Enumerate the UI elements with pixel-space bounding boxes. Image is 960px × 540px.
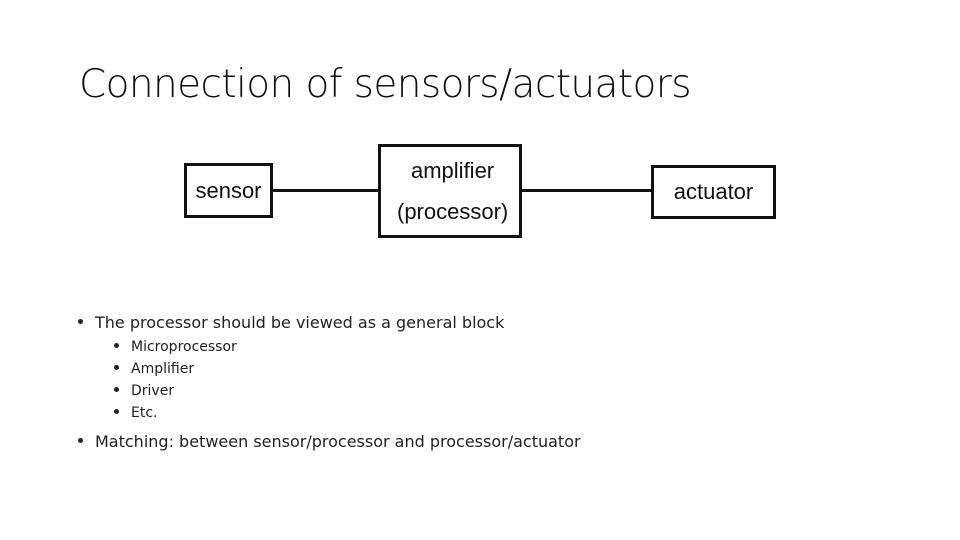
sub-bullet-item: Etc. xyxy=(114,405,157,421)
actuator-label: actuator xyxy=(673,179,754,204)
connector-sensor-amplifier xyxy=(272,189,379,192)
block-diagram: sensor amplifier (processor) actuator xyxy=(0,0,960,540)
bullet-icon xyxy=(114,386,119,392)
bullet-icon xyxy=(114,408,119,414)
bullet-icon xyxy=(114,364,119,370)
bullet-icon xyxy=(78,438,83,443)
amplifier-label: amplifier xyxy=(411,158,495,183)
bullet-item: The processor should be viewed as a gene… xyxy=(78,313,504,332)
sub-bullet-item: Amplifier xyxy=(114,361,194,377)
connector-amplifier-actuator xyxy=(521,189,652,192)
sensor-block: sensor xyxy=(184,163,273,218)
sensor-label: sensor xyxy=(195,177,262,203)
actuator-block: actuator xyxy=(651,165,776,219)
sub-bullet-item: Microprocessor xyxy=(114,339,237,355)
amplifier-block: amplifier (processor) xyxy=(378,144,522,238)
processor-label: (processor) xyxy=(397,199,509,224)
bullet-icon xyxy=(114,342,119,348)
bullet-item: Matching: between sensor/processor and p… xyxy=(78,432,581,451)
bullet-icon xyxy=(78,319,83,324)
sub-bullet-item: Driver xyxy=(114,383,174,399)
